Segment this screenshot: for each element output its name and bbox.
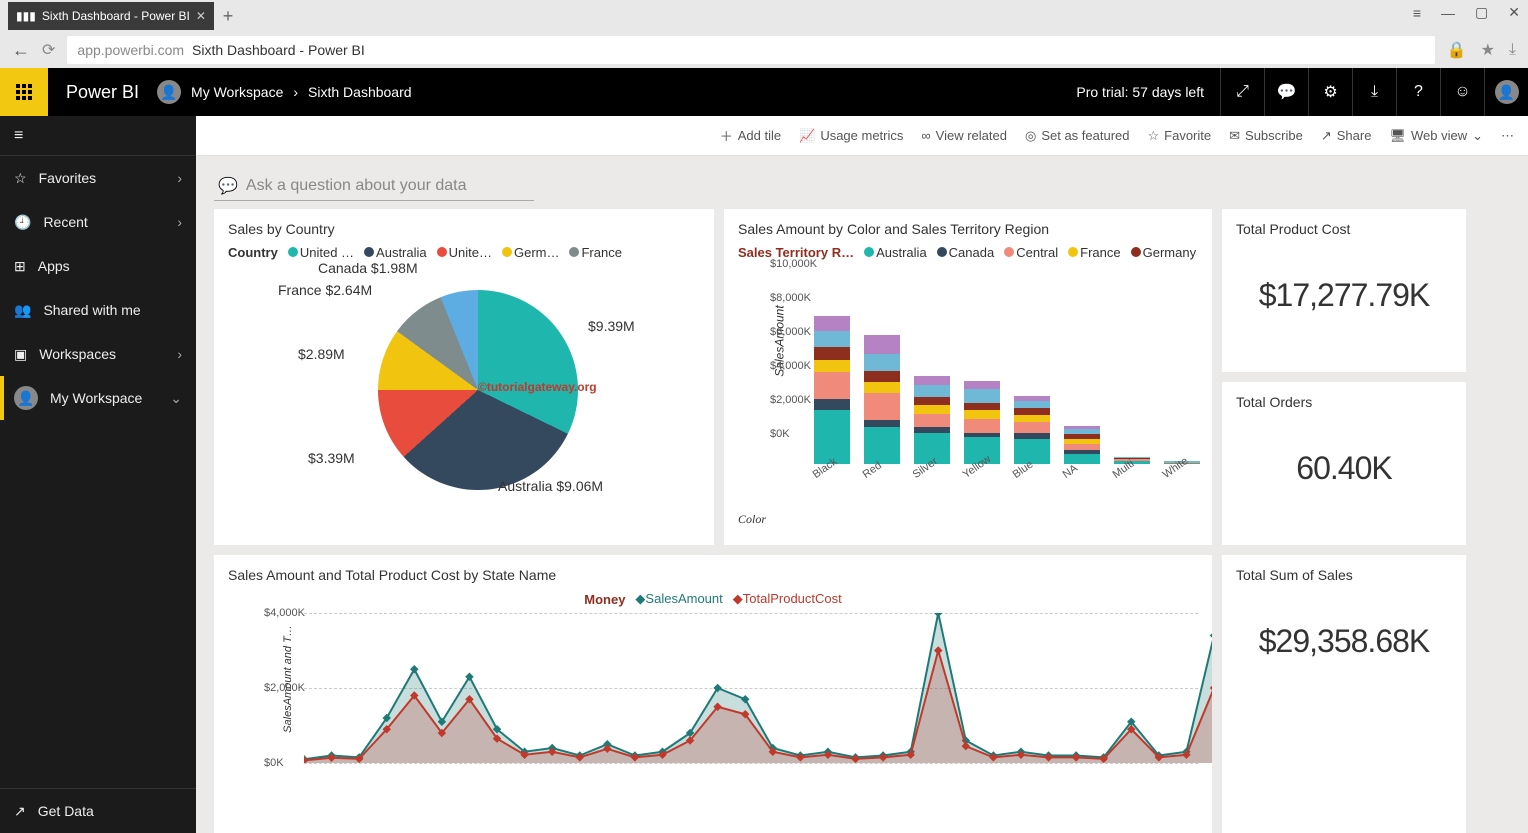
gear-icon[interactable]: ⚙ xyxy=(1308,68,1352,116)
metrics-icon: 📈 xyxy=(799,128,815,144)
favorite-button[interactable]: ☆Favorite xyxy=(1148,128,1212,144)
tile-title: Sales Amount by Color and Sales Territor… xyxy=(738,221,1198,237)
star-icon: ☆ xyxy=(1148,128,1160,144)
help-icon[interactable]: ? xyxy=(1396,68,1440,116)
sidebar-item-favorites[interactable]: ☆ Favorites › xyxy=(0,156,196,200)
trial-status: Pro trial: 57 days left xyxy=(1060,84,1220,100)
tile-kpi-cost[interactable]: Total Product Cost $17,277.79K xyxy=(1222,209,1466,372)
kpi-value: 60.40K xyxy=(1236,450,1452,487)
target-icon: ◎ xyxy=(1025,128,1036,144)
line-legend: Money ◆SalesAmount ◆TotalProductCost xyxy=(228,591,1198,607)
chevron-right-icon: › xyxy=(293,84,298,100)
share-icon: 👥 xyxy=(14,302,31,319)
sidebar-item-workspaces[interactable]: ▣ Workspaces › xyxy=(0,332,196,376)
fullscreen-icon[interactable]: ⤢ xyxy=(1220,68,1264,116)
sidebar-item-label: My Workspace xyxy=(50,390,142,406)
close-window-icon[interactable]: ✕ xyxy=(1508,4,1520,21)
tile-title: Sales by Country xyxy=(228,221,700,237)
getdata-icon: ↗ xyxy=(14,803,26,820)
sidebar-item-label: Apps xyxy=(38,258,70,274)
download-top-icon[interactable]: ⤓ xyxy=(1352,68,1396,116)
download-icon[interactable]: ⤓ xyxy=(1509,41,1516,59)
watermark: ©tutorialgateway.org xyxy=(478,380,597,394)
sidebar-item-getdata[interactable]: ↗ Get Data xyxy=(0,789,196,833)
sidebar-item-shared[interactable]: 👥 Shared with me xyxy=(0,288,196,332)
clock-icon: 🕘 xyxy=(14,214,31,231)
crumb-workspace[interactable]: My Workspace xyxy=(191,84,283,100)
minimize-icon[interactable]: — xyxy=(1441,5,1455,21)
related-icon: ∞ xyxy=(921,128,930,143)
sidebar-toggle[interactable]: ≡ xyxy=(0,116,196,156)
pie-legend: Country United … Australia Unite… Germ… … xyxy=(228,245,700,260)
tile-title: Total Sum of Sales xyxy=(1236,567,1452,583)
crumb-dashboard[interactable]: Sixth Dashboard xyxy=(308,84,412,100)
sidebar-item-recent[interactable]: 🕘 Recent › xyxy=(0,200,196,244)
sidebar-item-myworkspace[interactable]: 👤 My Workspace ⌄ xyxy=(0,376,196,420)
breadcrumb: 👤 My Workspace › Sixth Dashboard xyxy=(157,80,412,104)
sidebar-item-label: Recent xyxy=(43,214,87,230)
lock-icon: 🔒 xyxy=(1447,40,1467,60)
menu-icon[interactable]: ≡ xyxy=(1413,5,1421,21)
url-host: app.powerbi.com xyxy=(77,42,184,58)
set-featured-button[interactable]: ◎Set as featured xyxy=(1025,128,1130,144)
apps-icon: ⊞ xyxy=(14,258,26,275)
tile-title: Total Orders xyxy=(1236,394,1452,410)
kpi-value: $29,358.68K xyxy=(1236,623,1452,660)
person-icon: 👤 xyxy=(14,386,38,410)
app-launcher-button[interactable] xyxy=(0,68,48,116)
chevron-down-icon: ⌄ xyxy=(170,390,182,407)
star-icon: ☆ xyxy=(14,170,27,187)
monitor-icon: 🖥 xyxy=(1389,128,1406,144)
plus-icon: ＋ xyxy=(720,126,733,145)
back-button[interactable]: ← xyxy=(12,40,30,61)
maximize-icon[interactable]: ▢ xyxy=(1475,4,1488,21)
chart-icon: ▮▮▮ xyxy=(16,9,36,23)
qa-placeholder: Ask a question about your data xyxy=(246,177,467,195)
star-icon[interactable]: ★ xyxy=(1481,40,1495,60)
tile-title: Total Product Cost xyxy=(1236,221,1452,237)
kpi-value: $17,277.79K xyxy=(1236,277,1452,314)
chevron-down-icon: ⌄ xyxy=(1472,128,1483,144)
comment-icon: 💬 xyxy=(218,176,238,196)
tile-sales-by-color[interactable]: Sales Amount by Color and Sales Territor… xyxy=(724,209,1212,545)
mail-icon: ✉ xyxy=(1229,128,1240,144)
add-tile-button[interactable]: ＋Add tile xyxy=(720,126,781,145)
close-icon[interactable]: ✕ xyxy=(196,9,206,23)
share-icon: ↗ xyxy=(1321,128,1332,144)
person-icon: 👤 xyxy=(157,80,181,104)
sidebar-item-apps[interactable]: ⊞ Apps xyxy=(0,244,196,288)
tile-title: Sales Amount and Total Product Cost by S… xyxy=(228,567,1198,583)
brand-label: Power BI xyxy=(48,82,157,103)
chevron-right-icon: › xyxy=(177,170,182,186)
tile-kpi-sales[interactable]: Total Sum of Sales $29,358.68K xyxy=(1222,555,1466,833)
share-button[interactable]: ↗Share xyxy=(1321,128,1372,144)
url-title: Sixth Dashboard - Power BI xyxy=(192,42,365,58)
line-chart: SalesAmount and T… $0K$2,000K$4,000K xyxy=(268,613,1198,783)
sidebar-item-label: Shared with me xyxy=(43,302,140,318)
sidebar-item-label: Favorites xyxy=(39,170,97,186)
subscribe-button[interactable]: ✉Subscribe xyxy=(1229,128,1303,144)
chevron-right-icon: › xyxy=(177,214,182,230)
more-button[interactable]: ⋯ xyxy=(1501,128,1514,144)
view-related-button[interactable]: ∞View related xyxy=(921,128,1007,143)
new-tab-button[interactable]: + xyxy=(214,2,242,30)
qa-input[interactable]: 💬 Ask a question about your data xyxy=(214,174,534,201)
smile-icon[interactable]: ☺ xyxy=(1440,68,1484,116)
usage-metrics-button[interactable]: 📈Usage metrics xyxy=(799,128,903,144)
bar-chart: SalesAmount $0K$2,000K$4,000K$6,000K$8,0… xyxy=(774,264,1198,464)
workspace-icon: ▣ xyxy=(14,346,27,363)
browser-tab[interactable]: ▮▮▮ Sixth Dashboard - Power BI ✕ xyxy=(8,2,214,30)
web-view-button[interactable]: 🖥Web view ⌄ xyxy=(1389,128,1483,144)
sidebar-item-label: Workspaces xyxy=(39,346,116,362)
avatar[interactable]: 👤 xyxy=(1484,68,1528,116)
tab-title: Sixth Dashboard - Power BI xyxy=(42,9,190,23)
comment-icon[interactable]: 💬 xyxy=(1264,68,1308,116)
sidebar-item-label: Get Data xyxy=(38,803,94,819)
refresh-button[interactable]: ⟳ xyxy=(42,40,55,60)
chevron-right-icon: › xyxy=(177,346,182,362)
tile-sales-by-state[interactable]: Sales Amount and Total Product Cost by S… xyxy=(214,555,1212,833)
tile-kpi-orders[interactable]: Total Orders 60.40K xyxy=(1222,382,1466,545)
tile-sales-by-country[interactable]: Sales by Country Country United … Austra… xyxy=(214,209,714,545)
address-bar[interactable]: app.powerbi.com Sixth Dashboard - Power … xyxy=(67,36,1434,64)
